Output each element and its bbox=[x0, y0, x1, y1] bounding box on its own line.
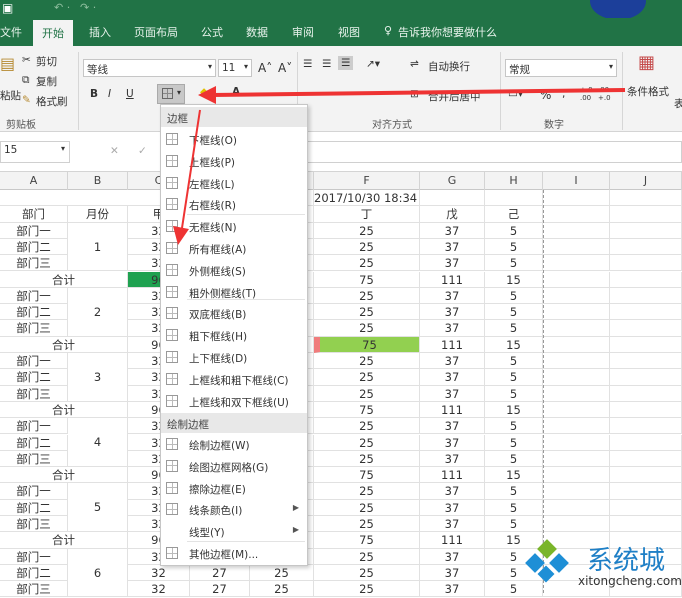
red-arrowhead-left bbox=[198, 86, 216, 104]
annotation-arrows bbox=[173, 86, 626, 245]
red-arrowhead-down bbox=[173, 226, 189, 245]
red-arrow-vertical bbox=[181, 109, 201, 229]
watermark-logo bbox=[525, 539, 569, 583]
watermark-brand: 系统城 bbox=[587, 546, 666, 576]
red-arrow-horizontal bbox=[211, 88, 626, 97]
watermark-url: xitongcheng.com bbox=[578, 574, 682, 588]
